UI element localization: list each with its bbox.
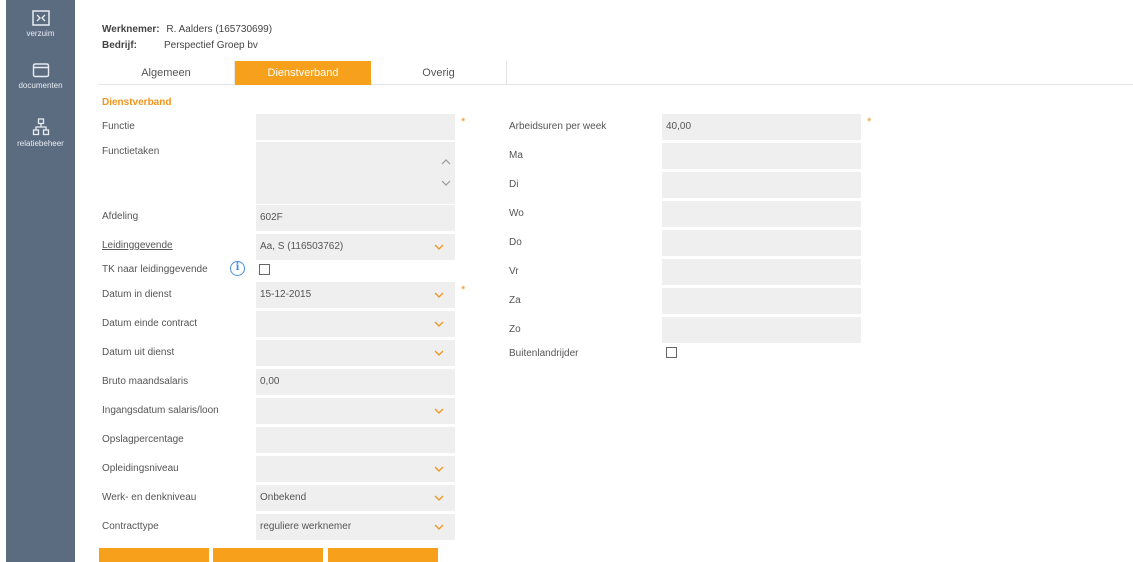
chevron-down-icon	[434, 524, 444, 530]
action-button-2[interactable]	[213, 548, 323, 562]
header-bedrijf: Bedrijf: Perspectief Groep bv	[102, 40, 258, 51]
opleidingsniveau-select[interactable]	[256, 456, 455, 482]
sidebar-item-documenten[interactable]: documenten	[6, 62, 75, 90]
sidebar: verzuim documenten relatiebeheer	[6, 0, 75, 562]
opslagpercentage-input[interactable]	[256, 427, 455, 453]
tk-naar-leidinggevende-checkbox[interactable]	[259, 264, 270, 275]
bruto-maandsalaris-input[interactable]: 0,00	[256, 369, 455, 395]
label-ma: Ma	[509, 150, 523, 161]
org-chart-icon	[32, 118, 49, 136]
label-werk-en-denkniveau: Werk- en denkniveau	[102, 492, 197, 503]
label-datum-in-dienst: Datum in dienst	[102, 289, 172, 300]
chevron-down-icon[interactable]	[440, 177, 452, 189]
functie-input[interactable]	[256, 114, 455, 140]
label-bruto-maandsalaris: Bruto maandsalaris	[102, 376, 189, 387]
datum-einde-contract-select[interactable]	[256, 311, 455, 337]
label-ingangsdatum-salaris: Ingangsdatum salaris/loon	[102, 405, 219, 416]
za-input[interactable]	[662, 288, 861, 314]
tab-bar: Algemeen Dienstverband Overig	[98, 61, 1133, 85]
label-tk-naar-leidinggevende: TK naar leidinggevende	[102, 264, 208, 275]
werk-en-denkniveau-select[interactable]: Onbekend	[256, 485, 455, 511]
folder-icon	[32, 63, 49, 78]
sidebar-item-label: relatiebeheer	[17, 139, 64, 148]
leidinggevende-select[interactable]: Aa, S (116503762)	[256, 234, 455, 260]
label-afdeling: Afdeling	[102, 211, 139, 222]
label-vr: Vr	[509, 266, 519, 277]
label-wo: Wo	[509, 208, 524, 219]
sidebar-item-relatiebeheer[interactable]: relatiebeheer	[6, 118, 75, 148]
chevron-down-icon	[434, 466, 444, 472]
buitenlandrijder-checkbox[interactable]	[666, 347, 677, 358]
chevron-up-icon[interactable]	[440, 156, 452, 168]
tab-algemeen[interactable]: Algemeen	[98, 61, 235, 85]
action-button-3[interactable]	[328, 548, 438, 562]
required-marker: *	[461, 116, 466, 128]
chevron-down-icon	[434, 292, 444, 298]
sidebar-item-label: verzuim	[26, 29, 55, 38]
action-button-1[interactable]	[99, 548, 209, 562]
label-do: Do	[509, 237, 522, 248]
label-za: Za	[509, 295, 521, 306]
arbeidsuren-input[interactable]: 40,00	[662, 114, 861, 140]
required-marker: *	[461, 284, 466, 296]
chevron-down-icon	[434, 350, 444, 356]
label-contracttype: Contracttype	[102, 521, 159, 532]
sidebar-item-label: documenten	[18, 81, 63, 90]
vr-input[interactable]	[662, 259, 861, 285]
label-zo: Zo	[509, 324, 521, 335]
required-marker: *	[867, 116, 872, 128]
contracttype-select[interactable]: reguliere werknemer	[256, 514, 455, 540]
section-title: Dienstverband	[102, 97, 172, 108]
label-functie: Functie	[102, 121, 135, 132]
functietaken-textarea[interactable]	[256, 142, 455, 204]
label-leidinggevende-link[interactable]: Leidinggevende	[102, 240, 173, 251]
di-input[interactable]	[662, 172, 861, 198]
wo-input[interactable]	[662, 201, 861, 227]
label-opleidingsniveau: Opleidingsniveau	[102, 463, 179, 474]
datum-uit-dienst-select[interactable]	[256, 340, 455, 366]
datum-in-dienst-select[interactable]: 15-12-2015	[256, 282, 455, 308]
label-datum-uit-dienst: Datum uit dienst	[102, 347, 175, 358]
zo-input[interactable]	[662, 317, 861, 343]
label-opslagpercentage: Opslagpercentage	[102, 434, 184, 445]
calendar-icon	[31, 10, 50, 26]
chevron-down-icon	[434, 408, 444, 414]
do-input[interactable]	[662, 230, 861, 256]
header-cut-line	[102, 0, 105, 7]
tab-overig[interactable]: Overig	[371, 61, 507, 85]
info-icon[interactable]: i	[230, 261, 245, 276]
chevron-down-icon	[434, 321, 444, 327]
sidebar-item-verzuim[interactable]: verzuim	[6, 10, 75, 38]
label-datum-einde-contract: Datum einde contract	[102, 318, 198, 329]
chevron-down-icon	[434, 495, 444, 501]
afdeling-input[interactable]: 602F	[256, 205, 455, 231]
label-arbeidsuren: Arbeidsuren per week	[509, 121, 607, 132]
tab-dienstverband[interactable]: Dienstverband	[235, 61, 371, 85]
ma-input[interactable]	[662, 143, 861, 169]
label-buitenlandrijder: Buitenlandrijder	[509, 348, 579, 359]
chevron-down-icon	[434, 244, 444, 250]
label-functietaken: Functietaken	[102, 146, 160, 157]
header-werknemer: Werknemer: R. Aalders (165730699)	[102, 24, 273, 35]
ingangsdatum-salaris-select[interactable]	[256, 398, 455, 424]
label-di: Di	[509, 179, 519, 190]
